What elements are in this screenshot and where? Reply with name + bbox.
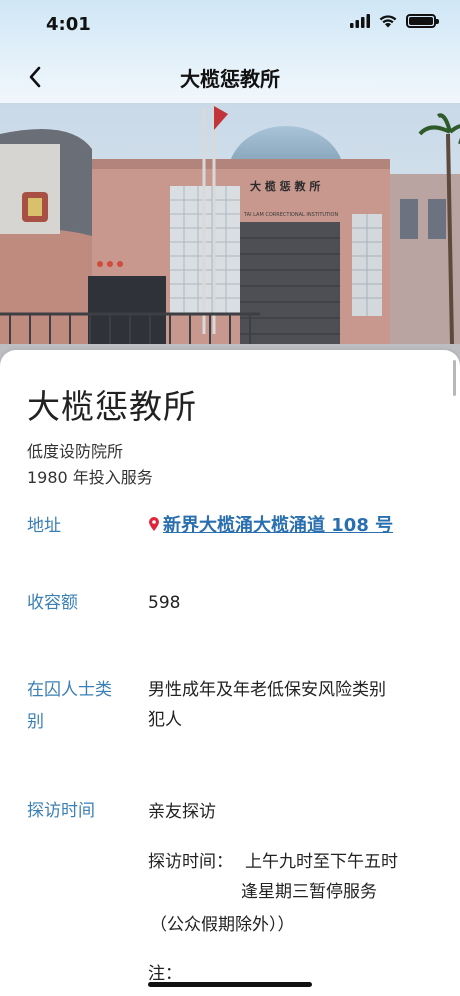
visit-hours-prefix: 探访时间： <box>148 852 233 872</box>
visit-hours-line2: 逢星期三暂停服务 <box>241 882 377 902</box>
home-indicator <box>148 982 312 987</box>
visit-hours-line3: （公众假期除外）） <box>150 915 295 935</box>
wifi-icon <box>379 15 397 28</box>
battery-level <box>409 17 433 25</box>
signal-icon <box>350 14 370 28</box>
facility-photo: 大 榄 惩 教 所 TAI LAM CORRECTIONAL INSTITUTI… <box>0 104 460 374</box>
scroll-indicator[interactable] <box>453 360 456 396</box>
address-link[interactable]: 新界大榄涌大榄涌道 108 号 <box>148 511 393 537</box>
status-bar: 4:01 <box>0 0 460 50</box>
capacity-label: 收容额 <box>27 593 78 613</box>
facility-sign: 大 榄 惩 教 所 <box>250 179 320 193</box>
address-label: 地址 <box>27 516 61 536</box>
inmate-category-value-line2: 犯人 <box>148 710 182 730</box>
facility-type: 低度设防院所 <box>27 442 124 461</box>
visit-hours-line1: 上午九时至下午五时 <box>245 852 398 872</box>
status-time: 4:01 <box>46 14 91 35</box>
inmate-category-label-line1: 在囚人士类 <box>27 680 112 700</box>
location-pin-icon <box>149 517 159 531</box>
navigation-bar: 大榄惩教所 <box>0 50 460 104</box>
inmate-category-value-line1: 男性成年及年老低保安风险类别 <box>148 680 386 700</box>
visiting-hours-label: 探访时间 <box>27 801 95 821</box>
battery-icon <box>406 14 439 28</box>
page-title: 大榄惩教所 <box>180 67 280 91</box>
address-value: 新界大榄涌大榄涌道 108 号 <box>163 515 394 536</box>
facility-sign-english: TAI LAM CORRECTIONAL INSTITUTION <box>243 212 338 218</box>
capacity-value: 598 <box>148 593 181 613</box>
inmate-category-label-line2: 别 <box>27 712 44 732</box>
status-icons <box>350 14 439 28</box>
facility-service-year: 1980 年投入服务 <box>27 468 153 487</box>
facility-name: 大榄惩教所 <box>27 387 197 426</box>
visit-type: 亲友探访 <box>148 802 216 822</box>
